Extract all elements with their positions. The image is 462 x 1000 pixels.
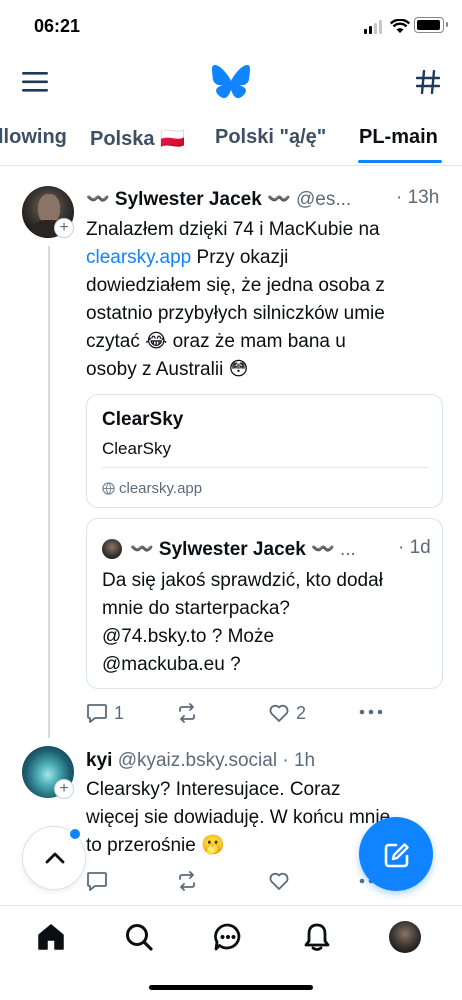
post-text-line: Clearsky? Interesujace. Coraz [86, 779, 341, 800]
post-author-handle[interactable]: @kyaiz.bsky.social [118, 750, 277, 771]
compose-icon [384, 843, 409, 868]
battery-icon [414, 17, 448, 33]
post-text: Znalazłem dzięki 74 i MacKubie na clears… [86, 216, 456, 384]
feed-tabs: llowing Polska 🇵🇱 Polski "ą/ę" PL-main [0, 116, 462, 164]
status-bar: 06:21 [0, 0, 462, 50]
active-tab-indicator [358, 160, 442, 163]
reply-count: 1 [114, 702, 125, 723]
post-time[interactable]: · 1h [282, 750, 315, 771]
follow-plus-icon[interactable]: + [54, 218, 74, 238]
post-text-line: czytać 😂 oraz że mam bana u [86, 331, 346, 352]
link-card-domain: clearsky.app [119, 480, 203, 497]
post-text-line: Znalazłem dzięki 74 i MacKubie na [86, 219, 380, 240]
post-link[interactable]: clearsky.app [86, 247, 191, 268]
quote-text-line: Da się jakoś sprawdzić, kto dodał [102, 570, 383, 591]
status-time: 06:21 [34, 16, 81, 36]
link-card-description: ClearSky [102, 439, 171, 458]
post-author-name[interactable]: 〰️ Sylwester Jacek 〰️ [86, 189, 291, 210]
reply-icon[interactable] [86, 870, 108, 892]
butterfly-logo[interactable] [212, 65, 250, 99]
post-text-line: dowiedziałem się, że jedna osoba z [86, 275, 385, 296]
hash-icon[interactable] [416, 70, 440, 94]
repost-icon [179, 703, 195, 723]
post-author-handle[interactable]: @es... [296, 189, 351, 210]
quote-author-handle: ... [340, 539, 356, 560]
like-count: 2 [296, 702, 307, 723]
globe-icon [102, 482, 115, 495]
hamburger-icon[interactable] [22, 71, 48, 93]
home-icon[interactable] [36, 922, 66, 952]
tab-pl-main[interactable]: PL-main [359, 126, 438, 149]
heart-icon[interactable] [268, 870, 290, 892]
quote-text-line: mnie do starterpacka? [102, 598, 290, 619]
chat-icon[interactable] [213, 922, 243, 952]
quote-time: · 1d [398, 537, 431, 558]
post-text-line: ostatnio przybyłych silniczków umie [86, 303, 385, 324]
post-author-line: kyi @kyaiz.bsky.social · 1h [86, 750, 315, 772]
quote-avatar [102, 539, 122, 559]
reply-button[interactable]: 1 [86, 702, 124, 724]
quote-post-card[interactable]: 〰️ Sylwester Jacek 〰️ ... · 1d Da się ja… [86, 518, 443, 689]
scroll-to-top-button[interactable] [22, 826, 86, 890]
app-header [0, 52, 462, 112]
thread-line [48, 246, 50, 738]
search-icon[interactable] [124, 922, 154, 952]
quote-text-line: @mackuba.eu ? [102, 654, 241, 675]
repost-icon[interactable] [176, 870, 198, 892]
more-options-icon[interactable] [359, 708, 383, 716]
quote-text: Da się jakoś sprawdzić, kto dodał mnie d… [102, 567, 442, 679]
quote-author-name: 〰️ Sylwester Jacek 〰️ [130, 539, 335, 560]
signal-icon [364, 20, 386, 34]
bell-icon[interactable] [302, 922, 332, 952]
post-text-line: osoby z Australii 😳 [86, 359, 249, 380]
post-author-line: 〰️ Sylwester Jacek 〰️ @es... [86, 187, 351, 211]
link-preview-card[interactable]: ClearSky ClearSky clearsky.app [86, 394, 443, 508]
tab-polska[interactable]: Polska 🇵🇱 [90, 126, 185, 151]
quote-text-line: @74.bsky.to ? Może [102, 626, 275, 647]
chevron-up-icon [45, 852, 65, 864]
tab-following[interactable]: llowing [0, 126, 67, 149]
post-text-line: Przy okazji [191, 247, 289, 268]
post-author-name[interactable]: kyi [86, 750, 112, 771]
divider [0, 165, 462, 166]
link-card-title: ClearSky [102, 409, 184, 430]
wifi-icon [390, 19, 410, 33]
repost-button[interactable] [176, 702, 204, 724]
compose-button[interactable] [359, 817, 433, 891]
heart-icon [269, 704, 289, 722]
follow-plus-icon[interactable]: + [54, 779, 74, 799]
reply-icon [87, 704, 107, 723]
profile-avatar[interactable] [389, 921, 421, 953]
home-indicator [149, 985, 313, 990]
post-time[interactable]: · 13h [396, 187, 439, 209]
like-button[interactable]: 2 [268, 702, 306, 724]
new-posts-dot [68, 827, 82, 841]
tab-polski[interactable]: Polski "ą/ę" [215, 126, 326, 149]
